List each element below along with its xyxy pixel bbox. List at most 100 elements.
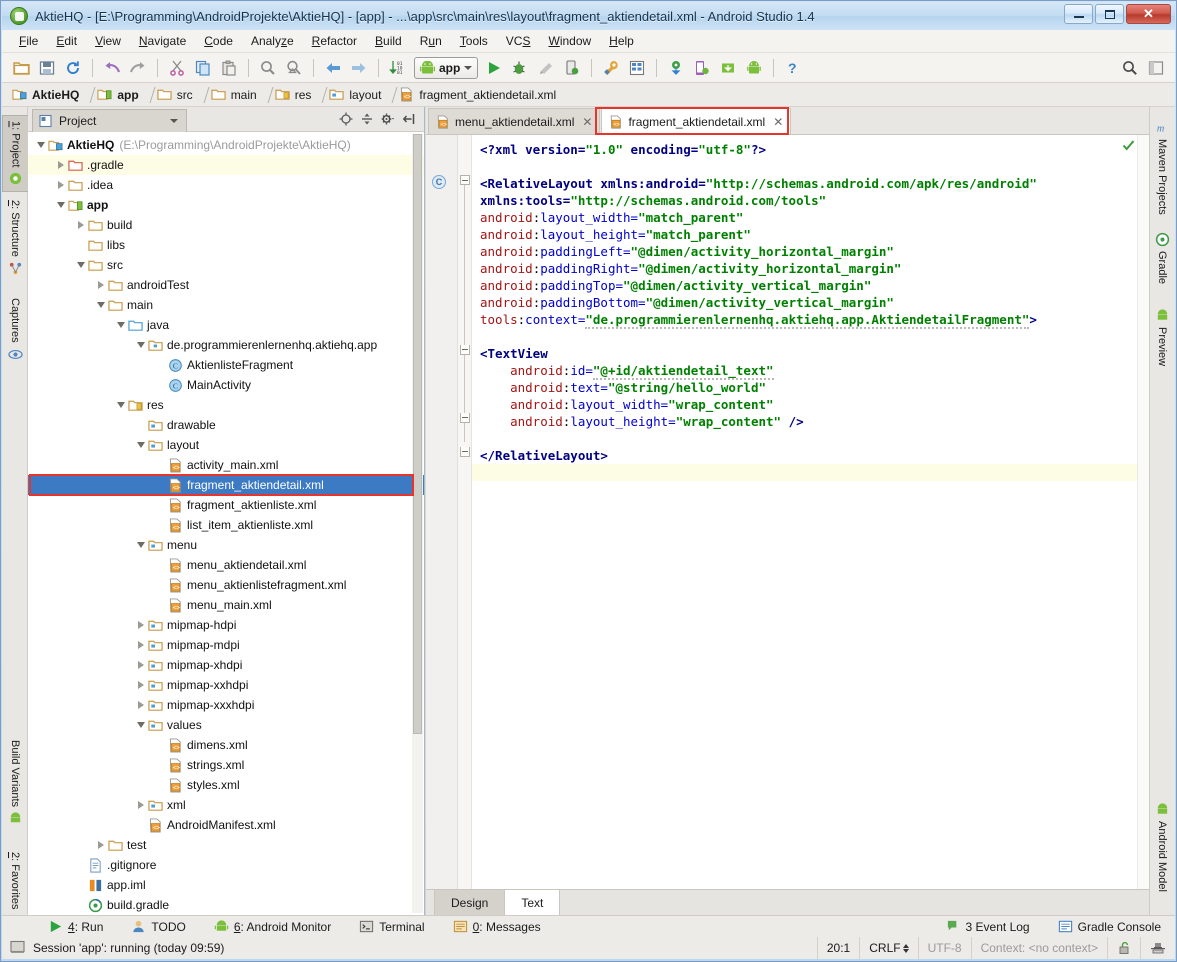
tree-expander[interactable] xyxy=(54,179,67,192)
tree-node[interactable]: app.iml xyxy=(28,875,424,895)
fold-toggle-textview-end[interactable] xyxy=(460,413,470,423)
menu-edit[interactable]: Edit xyxy=(47,31,86,51)
layout-icon[interactable] xyxy=(1145,57,1167,79)
close-button[interactable]: ✕ xyxy=(1126,4,1171,24)
sync-refresh-icon[interactable] xyxy=(62,57,84,79)
tree-node[interactable]: main xyxy=(28,295,424,315)
chevron-down-icon[interactable] xyxy=(170,118,178,123)
coverage-icon[interactable] xyxy=(535,57,557,79)
breadcrumb-item-app[interactable]: app xyxy=(97,87,141,102)
editor-marker-bar[interactable] xyxy=(1137,135,1149,889)
breadcrumb-item-aktiehq[interactable]: AktieHQ xyxy=(12,87,82,102)
tree-expander[interactable] xyxy=(134,719,147,732)
tree-expander[interactable] xyxy=(154,599,167,612)
tree-node[interactable]: mipmap-xxhdpi xyxy=(28,675,424,695)
tree-expander[interactable] xyxy=(74,879,87,892)
menu-file[interactable]: File xyxy=(10,31,47,51)
breadcrumb-item-res[interactable]: res xyxy=(275,87,315,102)
tree-node[interactable]: menu xyxy=(28,535,424,555)
tree-expander[interactable] xyxy=(134,799,147,812)
android-device-monitor-icon[interactable] xyxy=(743,57,765,79)
tree-node[interactable]: de.programmierenlernenhq.aktiehq.app xyxy=(28,335,424,355)
tree-expander[interactable] xyxy=(134,659,147,672)
help-question-icon[interactable]: ? xyxy=(782,57,804,79)
tree-expander[interactable] xyxy=(74,239,87,252)
menu-help[interactable]: Help xyxy=(600,31,643,51)
collapse-all-icon[interactable] xyxy=(357,110,376,129)
tree-node[interactable]: <> fragment_aktienliste.xml xyxy=(28,495,424,515)
redo-arrow-icon[interactable] xyxy=(127,57,149,79)
forward-arrow-icon[interactable] xyxy=(348,57,370,79)
menu-view[interactable]: View xyxy=(86,31,130,51)
code-editor[interactable]: C <?xml version="1.0" encoding="utf-8"?>… xyxy=(426,135,1149,889)
project-tree[interactable]: AktieHQ (E:\Programming\AndroidProjekte\A… xyxy=(28,132,424,915)
sdk-manager-icon[interactable] xyxy=(717,57,739,79)
tree-node[interactable]: src xyxy=(28,255,424,275)
fold-toggle-relativelayout-end[interactable] xyxy=(460,447,470,457)
tree-node[interactable]: <> menu_aktienlistefragment.xml xyxy=(28,575,424,595)
inspector-hat-icon[interactable] xyxy=(1140,937,1175,959)
run-play-icon[interactable] xyxy=(483,57,505,79)
menu-build[interactable]: Build xyxy=(366,31,411,51)
tree-node[interactable]: mipmap-hdpi xyxy=(28,615,424,635)
tree-expander[interactable] xyxy=(74,859,87,872)
menu-tools[interactable]: Tools xyxy=(451,31,497,51)
tree-node[interactable]: C AktienlisteFragment xyxy=(28,355,424,375)
breadcrumb-item-layout[interactable]: layout xyxy=(329,87,384,102)
status-tool-4-run[interactable]: 4: Run xyxy=(34,919,117,934)
editor-mode-tab-design[interactable]: Design xyxy=(434,890,506,915)
menu-analyze[interactable]: Analyze xyxy=(242,31,303,51)
project-tree-scrollbar[interactable] xyxy=(412,134,423,913)
sync-gradle-icon[interactable] xyxy=(665,57,687,79)
tree-expander[interactable] xyxy=(134,639,147,652)
avd-manager-icon[interactable] xyxy=(691,57,713,79)
status-tool-todo[interactable]: TODO xyxy=(117,919,199,934)
tree-node[interactable]: <> AndroidManifest.xml xyxy=(28,815,424,835)
tree-node[interactable]: <> dimens.xml xyxy=(28,735,424,755)
tree-node[interactable]: mipmap-mdpi xyxy=(28,635,424,655)
menu-code[interactable]: Code xyxy=(195,31,242,51)
status-tool-6-android-monitor[interactable]: 6: Android Monitor xyxy=(200,919,345,934)
settings-gear-icon[interactable] xyxy=(378,110,397,129)
tree-node[interactable]: <> styles.xml xyxy=(28,775,424,795)
tree-expander[interactable] xyxy=(134,619,147,632)
settings-wrench-icon[interactable] xyxy=(600,57,622,79)
tree-expander[interactable] xyxy=(134,339,147,352)
paste-icon[interactable] xyxy=(218,57,240,79)
hide-panel-icon[interactable] xyxy=(399,110,418,129)
tree-expander[interactable] xyxy=(94,279,107,292)
project-structure-icon[interactable] xyxy=(626,57,648,79)
status-tool-0-messages[interactable]: 0: Messages xyxy=(439,919,555,934)
tree-expander[interactable] xyxy=(154,759,167,772)
class-marker-icon[interactable]: C xyxy=(432,175,446,189)
tree-expander[interactable] xyxy=(134,699,147,712)
menu-run[interactable]: Run xyxy=(411,31,451,51)
code-text[interactable]: <?xml version="1.0" encoding="utf-8"?> <… xyxy=(472,135,1149,889)
tree-expander[interactable] xyxy=(74,219,87,232)
close-icon[interactable]: ✕ xyxy=(773,115,783,129)
tool-window-tab-maven-projects[interactable]: m Maven Projects xyxy=(1149,115,1175,220)
tree-node[interactable]: .gradle xyxy=(28,155,424,175)
editor-gutter[interactable]: C xyxy=(426,135,458,889)
tree-expander[interactable] xyxy=(154,359,167,372)
line-separator-selector[interactable]: CRLF xyxy=(859,937,917,959)
tree-expander[interactable] xyxy=(154,499,167,512)
run-configuration-selector[interactable]: app xyxy=(414,56,479,79)
save-all-icon[interactable] xyxy=(36,57,58,79)
tool-window-tab-preview[interactable]: Preview xyxy=(1149,303,1175,371)
tree-node[interactable]: layout xyxy=(28,435,424,455)
back-arrow-icon[interactable] xyxy=(322,57,344,79)
tree-node[interactable]: mipmap-xhdpi xyxy=(28,655,424,675)
copy-icon[interactable] xyxy=(192,57,214,79)
tree-node[interactable]: test xyxy=(28,835,424,855)
breadcrumb-item-main[interactable]: main xyxy=(211,87,260,102)
tree-node[interactable]: drawable xyxy=(28,415,424,435)
project-view-selector[interactable]: Project xyxy=(32,108,187,132)
editor-tab-menu-aktiendetail-xml[interactable]: <> menu_aktiendetail.xml ✕ xyxy=(428,108,601,134)
search-everywhere-icon[interactable] xyxy=(1119,57,1141,79)
tree-node[interactable]: mipmap-xxxhdpi xyxy=(28,695,424,715)
replace-magnifier-icon[interactable] xyxy=(283,57,305,79)
menu-refactor[interactable]: Refactor xyxy=(303,31,366,51)
encoding-selector[interactable]: UTF-8 xyxy=(917,937,971,959)
window-controls[interactable]: ✕ xyxy=(1064,4,1171,24)
